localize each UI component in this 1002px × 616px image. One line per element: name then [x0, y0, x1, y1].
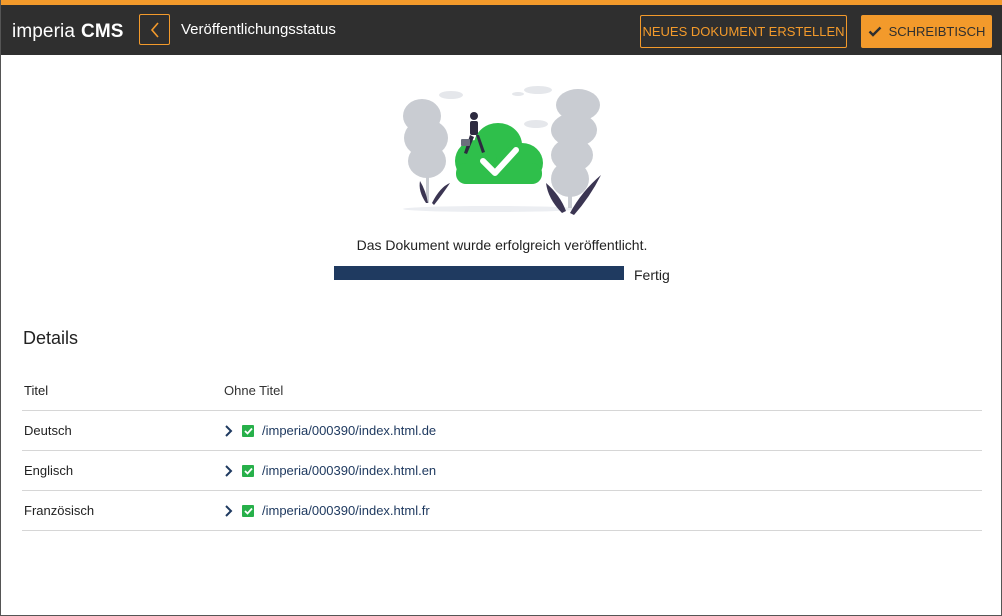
- checkmark-icon: [868, 26, 881, 37]
- published-check-icon: [242, 464, 254, 477]
- row-value: /imperia/000390/index.html.en: [224, 463, 436, 478]
- details-table: Titel Ohne Titel Deutsch /imperia/000390…: [22, 371, 982, 531]
- row-label: Titel: [24, 383, 49, 398]
- progress-bar-fill: [334, 266, 624, 280]
- chevron-right-icon[interactable]: [224, 504, 234, 517]
- title-value: Ohne Titel: [224, 383, 284, 398]
- desk-button-label: SCHREIBTISCH: [888, 24, 986, 39]
- page-title: Veröffentlichungsstatus: [181, 21, 336, 38]
- row-value: /imperia/000390/index.html.fr: [224, 503, 430, 518]
- logo-text-imperia: imperia: [12, 21, 75, 42]
- table-row-english: Englisch /imperia/000390/index.html.en: [22, 451, 982, 491]
- status-message: Das Dokument wurde erfolgreich veröffent…: [356, 237, 648, 253]
- row-value: /imperia/000390/index.html.de: [224, 423, 436, 438]
- back-button[interactable]: [139, 14, 170, 45]
- details-heading: Details: [23, 328, 79, 348]
- new-document-button-label: NEUES DOKUMENT ERSTELLEN: [642, 24, 845, 39]
- row-label: Französisch: [24, 503, 95, 518]
- chevron-right-icon[interactable]: [224, 424, 234, 437]
- success-illustration: [403, 86, 601, 215]
- published-check-icon: [242, 424, 254, 437]
- app-window: imperia CMS Veröffentlichungsstatus NEUES…: [0, 0, 1002, 616]
- document-link-fr[interactable]: /imperia/000390/index.html.fr: [262, 503, 430, 518]
- row-label: Englisch: [24, 463, 74, 478]
- logo: imperia CMS: [12, 21, 124, 43]
- table-row-title: Titel Ohne Titel: [22, 371, 982, 411]
- chevron-left-icon: [150, 21, 159, 38]
- progress-label: Fertig: [634, 267, 670, 283]
- row-label: Deutsch: [24, 423, 72, 438]
- row-value: Ohne Titel: [224, 383, 283, 398]
- new-document-button[interactable]: NEUES DOKUMENT ERSTELLEN: [640, 15, 847, 48]
- table-row-german: Deutsch /imperia/000390/index.html.de: [22, 411, 982, 451]
- published-check-icon: [242, 504, 254, 517]
- logo-text-cms: CMS: [81, 21, 124, 42]
- chevron-right-icon[interactable]: [224, 464, 234, 477]
- document-link-en[interactable]: /imperia/000390/index.html.en: [262, 463, 436, 478]
- table-row-french: Französisch /imperia/000390/index.html.f…: [22, 491, 982, 531]
- top-bar: imperia CMS Veröffentlichungsstatus NEUES…: [1, 5, 1002, 55]
- desk-button[interactable]: SCHREIBTISCH: [861, 15, 992, 48]
- document-link-de[interactable]: /imperia/000390/index.html.de: [262, 423, 436, 438]
- progress-bar: [334, 266, 624, 280]
